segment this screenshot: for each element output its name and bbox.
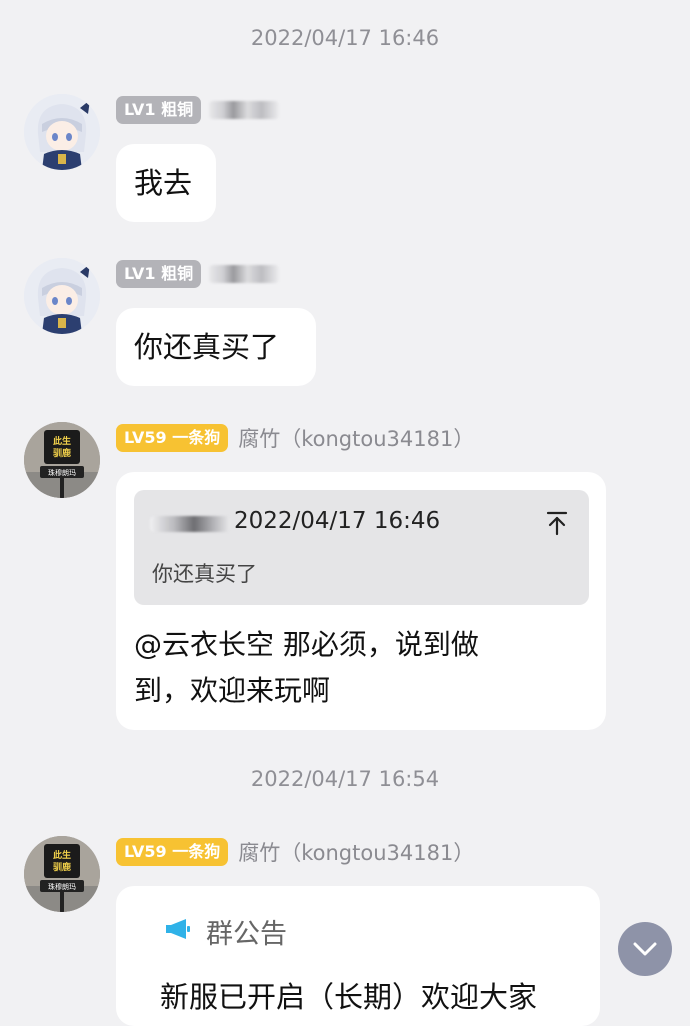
sender-line: LV59 一条狗 腐竹（kongtou34181） bbox=[116, 424, 474, 452]
message-bubble[interactable]: 我去 bbox=[116, 144, 216, 222]
sign-text-top: 此生 bbox=[53, 849, 71, 861]
message-line: 到，欢迎来玩啊 bbox=[134, 674, 331, 707]
sign-text-mid: 驯鹿 bbox=[53, 861, 71, 873]
anime-avatar-image bbox=[24, 258, 100, 334]
message-text: 我去 bbox=[134, 166, 193, 200]
level-badge: LV1 粗铜 bbox=[116, 260, 202, 288]
message-line: @云衣长空 那必须，说到做 bbox=[134, 628, 479, 661]
scroll-to-bottom-button[interactable] bbox=[618, 922, 672, 976]
avatar[interactable] bbox=[24, 94, 100, 170]
sender-line: LV59 一条狗 腐竹（kongtou34181） bbox=[116, 838, 474, 866]
message-text: 你还真买了 bbox=[134, 330, 280, 364]
quoted-reply[interactable]: 2022/04/17 16:46 你还真买了 bbox=[134, 490, 589, 605]
jump-to-original-icon[interactable] bbox=[545, 510, 569, 536]
quoted-text: 你还真买了 bbox=[152, 562, 257, 586]
avatar[interactable]: 此生 驯鹿 珠穆朗玛 bbox=[24, 422, 100, 498]
notice-text: 新服已开启（长期）欢迎大家 bbox=[160, 980, 538, 1014]
sign-text-top: 此生 bbox=[53, 435, 71, 447]
timestamp: 2022/04/17 16:54 bbox=[250, 767, 440, 791]
sign-text-mid: 驯鹿 bbox=[53, 447, 71, 459]
message-bubble[interactable]: 你还真买了 bbox=[116, 308, 316, 386]
chevron-down-icon bbox=[633, 942, 657, 956]
blurred-username bbox=[209, 265, 280, 283]
username[interactable]: 腐竹（kongtou34181） bbox=[238, 423, 474, 453]
blurred-quoted-name bbox=[150, 516, 230, 532]
avatar[interactable] bbox=[24, 258, 100, 334]
sign-text-bottom: 珠穆朗玛 bbox=[48, 468, 76, 477]
sign-avatar-image: 此生 驯鹿 珠穆朗玛 bbox=[24, 422, 100, 498]
level-badge: LV59 一条狗 bbox=[116, 838, 229, 866]
anime-avatar-image bbox=[24, 94, 100, 170]
blurred-username bbox=[209, 101, 280, 119]
quoted-timestamp: 2022/04/17 16:46 bbox=[234, 508, 441, 534]
avatar[interactable]: 此生 驯鹿 珠穆朗玛 bbox=[24, 836, 100, 912]
sign-avatar-image: 此生 驯鹿 珠穆朗玛 bbox=[24, 836, 100, 912]
megaphone-icon bbox=[166, 919, 190, 939]
sign-text-bottom: 珠穆朗玛 bbox=[48, 882, 76, 891]
username[interactable]: 腐竹（kongtou34181） bbox=[238, 837, 474, 867]
level-badge: LV59 一条狗 bbox=[116, 424, 229, 452]
message-text: @云衣长空 那必须，说到做 到，欢迎来玩啊 bbox=[134, 622, 554, 714]
level-badge: LV1 粗铜 bbox=[116, 96, 202, 124]
sender-line: LV1 粗铜 bbox=[116, 96, 280, 124]
sender-line: LV1 粗铜 bbox=[116, 260, 280, 288]
timestamp: 2022/04/17 16:46 bbox=[250, 26, 440, 50]
notice-title: 群公告 bbox=[206, 919, 287, 950]
